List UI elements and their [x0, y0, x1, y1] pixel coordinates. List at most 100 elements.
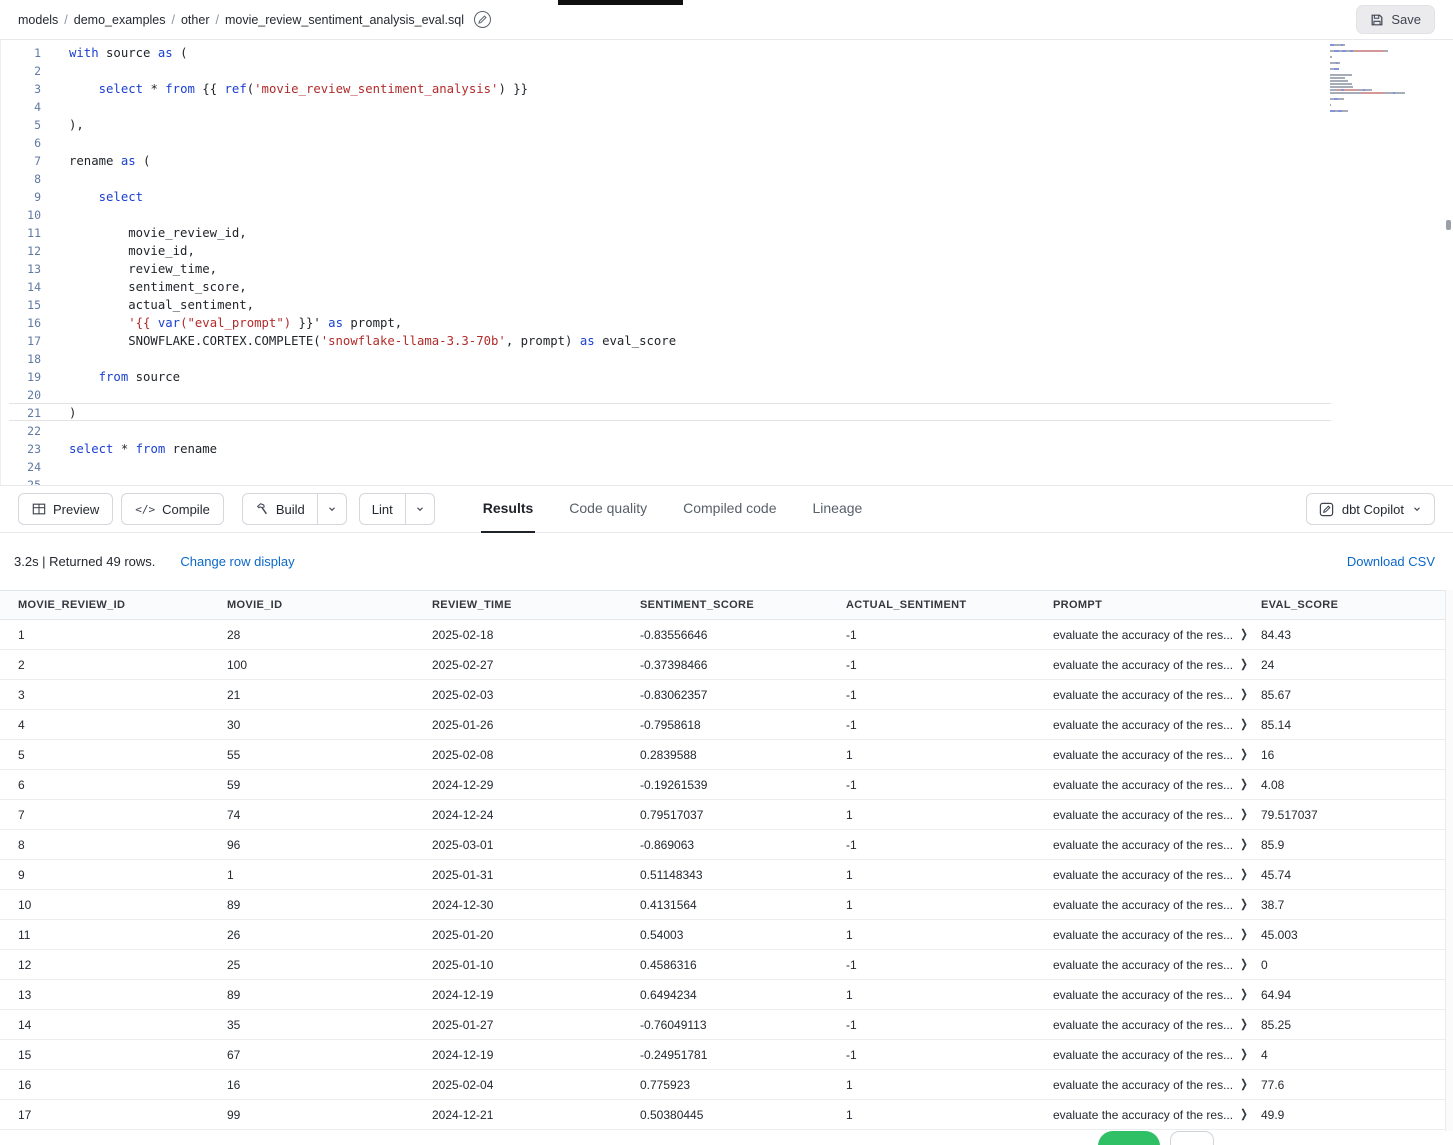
code-line[interactable]: 1with source as (: [9, 43, 1331, 61]
expand-prompt-icon[interactable]: ❯: [1240, 718, 1248, 732]
code-text: [41, 206, 69, 222]
code-line[interactable]: 14 sentiment_score,: [9, 277, 1331, 295]
code-line[interactable]: 17 SNOWFLAKE.CORTEX.COMPLETE('snowflake-…: [9, 331, 1331, 349]
edit-filename-icon[interactable]: [474, 11, 491, 28]
table-cell: 2024-12-19: [432, 988, 640, 1002]
build-button[interactable]: Build: [243, 494, 317, 524]
code-line[interactable]: 24: [9, 457, 1331, 475]
table-row[interactable]: 6592024-12-29-0.19261539-1evaluate the a…: [0, 770, 1453, 800]
code-line[interactable]: 8: [9, 169, 1331, 187]
help-bubble-partial[interactable]: [1098, 1131, 1160, 1145]
expand-prompt-icon[interactable]: ❯: [1240, 1048, 1248, 1062]
code-line[interactable]: 12 movie_id,: [9, 241, 1331, 259]
table-row[interactable]: 17992024-12-210.503804451evaluate the ac…: [0, 1100, 1453, 1130]
expand-prompt-icon[interactable]: ❯: [1240, 688, 1248, 702]
preview-button[interactable]: Preview: [18, 493, 113, 525]
table-row[interactable]: 912025-01-310.511483431evaluate the accu…: [0, 860, 1453, 890]
expand-prompt-icon[interactable]: ❯: [1240, 958, 1248, 972]
line-number: 15: [9, 296, 41, 312]
table-row[interactable]: 16162025-02-040.7759231evaluate the accu…: [0, 1070, 1453, 1100]
column-header: EVAL_SCORE: [1261, 599, 1453, 611]
table-cell: 13: [18, 988, 227, 1002]
bottom-action-partial[interactable]: [1170, 1131, 1214, 1145]
table-row[interactable]: 3212025-02-03-0.83062357-1evaluate the a…: [0, 680, 1453, 710]
code-line[interactable]: 2: [9, 61, 1331, 79]
tab-code-quality[interactable]: Code quality: [567, 485, 649, 533]
table-cell: 59: [227, 778, 432, 792]
lint-dropdown-button[interactable]: [405, 494, 434, 524]
table-cell: 28: [227, 628, 432, 642]
table-row[interactable]: 4302025-01-26-0.7958618-1evaluate the ac…: [0, 710, 1453, 740]
code-line[interactable]: 15 actual_sentiment,: [9, 295, 1331, 313]
column-header: MOVIE_REVIEW_ID: [18, 599, 227, 611]
code-line[interactable]: 19 from source: [9, 367, 1331, 385]
expand-prompt-icon[interactable]: ❯: [1240, 748, 1248, 762]
code-line[interactable]: 11 movie_review_id,: [9, 223, 1331, 241]
breadcrumb-item-other[interactable]: other: [181, 13, 210, 27]
table-row[interactable]: 5552025-02-080.28395881evaluate the accu…: [0, 740, 1453, 770]
tab-lineage[interactable]: Lineage: [811, 485, 865, 533]
expand-prompt-icon[interactable]: ❯: [1240, 1078, 1248, 1092]
compile-button[interactable]: </> Compile: [121, 493, 224, 525]
code-line[interactable]: 10: [9, 205, 1331, 223]
table-row[interactable]: 21002025-02-27-0.37398466-1evaluate the …: [0, 650, 1453, 680]
table-cell: 64.94: [1261, 988, 1453, 1002]
table-row[interactable]: 7742024-12-240.795170371evaluate the acc…: [0, 800, 1453, 830]
results-scrollbar[interactable]: [1445, 590, 1453, 1131]
table-row[interactable]: 8962025-03-01-0.869063-1evaluate the acc…: [0, 830, 1453, 860]
dbt-copilot-button[interactable]: dbt Copilot: [1306, 493, 1435, 525]
code-line[interactable]: 20: [9, 385, 1331, 403]
minimap[interactable]: [1330, 40, 1430, 119]
download-csv-link[interactable]: Download CSV: [1347, 554, 1435, 569]
table-cell: 4: [1261, 1048, 1453, 1062]
editor-scrollbar[interactable]: [1446, 220, 1451, 230]
expand-prompt-icon[interactable]: ❯: [1240, 1018, 1248, 1032]
code-line[interactable]: 4: [9, 97, 1331, 115]
code-line[interactable]: 6: [9, 133, 1331, 151]
tab-results[interactable]: Results: [481, 485, 536, 533]
table-row[interactable]: 12252025-01-100.4586316-1evaluate the ac…: [0, 950, 1453, 980]
code-line[interactable]: 9 select: [9, 187, 1331, 205]
expand-prompt-icon[interactable]: ❯: [1240, 1108, 1248, 1122]
expand-prompt-icon[interactable]: ❯: [1240, 868, 1248, 882]
tab-compiled-code[interactable]: Compiled code: [681, 485, 778, 533]
expand-prompt-icon[interactable]: ❯: [1240, 628, 1248, 642]
table-row[interactable]: 1282025-02-18-0.83556646-1evaluate the a…: [0, 620, 1453, 650]
table-cell: 24: [1261, 658, 1453, 672]
table-row[interactable]: 15672024-12-19-0.24951781-1evaluate the …: [0, 1040, 1453, 1070]
code-line[interactable]: 13 review_time,: [9, 259, 1331, 277]
breadcrumb-item-models[interactable]: models: [18, 13, 58, 27]
code-line[interactable]: 23select * from rename: [9, 439, 1331, 457]
table-row[interactable]: 14352025-01-27-0.76049113-1evaluate the …: [0, 1010, 1453, 1040]
code-text: review_time,: [41, 260, 217, 276]
expand-prompt-icon[interactable]: ❯: [1240, 838, 1248, 852]
build-dropdown-button[interactable]: [317, 494, 346, 524]
change-row-display-link[interactable]: Change row display: [180, 554, 294, 569]
expand-prompt-icon[interactable]: ❯: [1240, 898, 1248, 912]
table-cell: 67: [227, 1048, 432, 1062]
lint-button[interactable]: Lint: [360, 494, 405, 524]
code-line[interactable]: 21): [9, 403, 1331, 421]
code-editor[interactable]: 1with source as (23 select * from {{ ref…: [0, 40, 1453, 485]
code-line[interactable]: 25: [9, 475, 1331, 485]
expand-prompt-icon[interactable]: ❯: [1240, 808, 1248, 822]
code-line[interactable]: 5),: [9, 115, 1331, 133]
table-cell: 2025-01-10: [432, 958, 640, 972]
code-line[interactable]: 7rename as (: [9, 151, 1331, 169]
breadcrumb-item-demo-examples[interactable]: demo_examples: [74, 13, 166, 27]
expand-prompt-icon[interactable]: ❯: [1240, 658, 1248, 672]
table-cell: 16: [18, 1078, 227, 1092]
table-row[interactable]: 13892024-12-190.64942341evaluate the acc…: [0, 980, 1453, 1010]
table-row[interactable]: 11262025-01-200.540031evaluate the accur…: [0, 920, 1453, 950]
code-line[interactable]: 22: [9, 421, 1331, 439]
code-line[interactable]: 16 '{{ var("eval_prompt") }}' as prompt,: [9, 313, 1331, 331]
table-row[interactable]: 10892024-12-300.41315641evaluate the acc…: [0, 890, 1453, 920]
expand-prompt-icon[interactable]: ❯: [1240, 778, 1248, 792]
table-cell: -1: [846, 1048, 1053, 1062]
save-button[interactable]: Save: [1356, 5, 1435, 34]
code-line[interactable]: 18: [9, 349, 1331, 367]
expand-prompt-icon[interactable]: ❯: [1240, 928, 1248, 942]
expand-prompt-icon[interactable]: ❯: [1240, 988, 1248, 1002]
code-line[interactable]: 3 select * from {{ ref('movie_review_sen…: [9, 79, 1331, 97]
prompt-text: evaluate the accuracy of the res...: [1053, 1048, 1233, 1062]
